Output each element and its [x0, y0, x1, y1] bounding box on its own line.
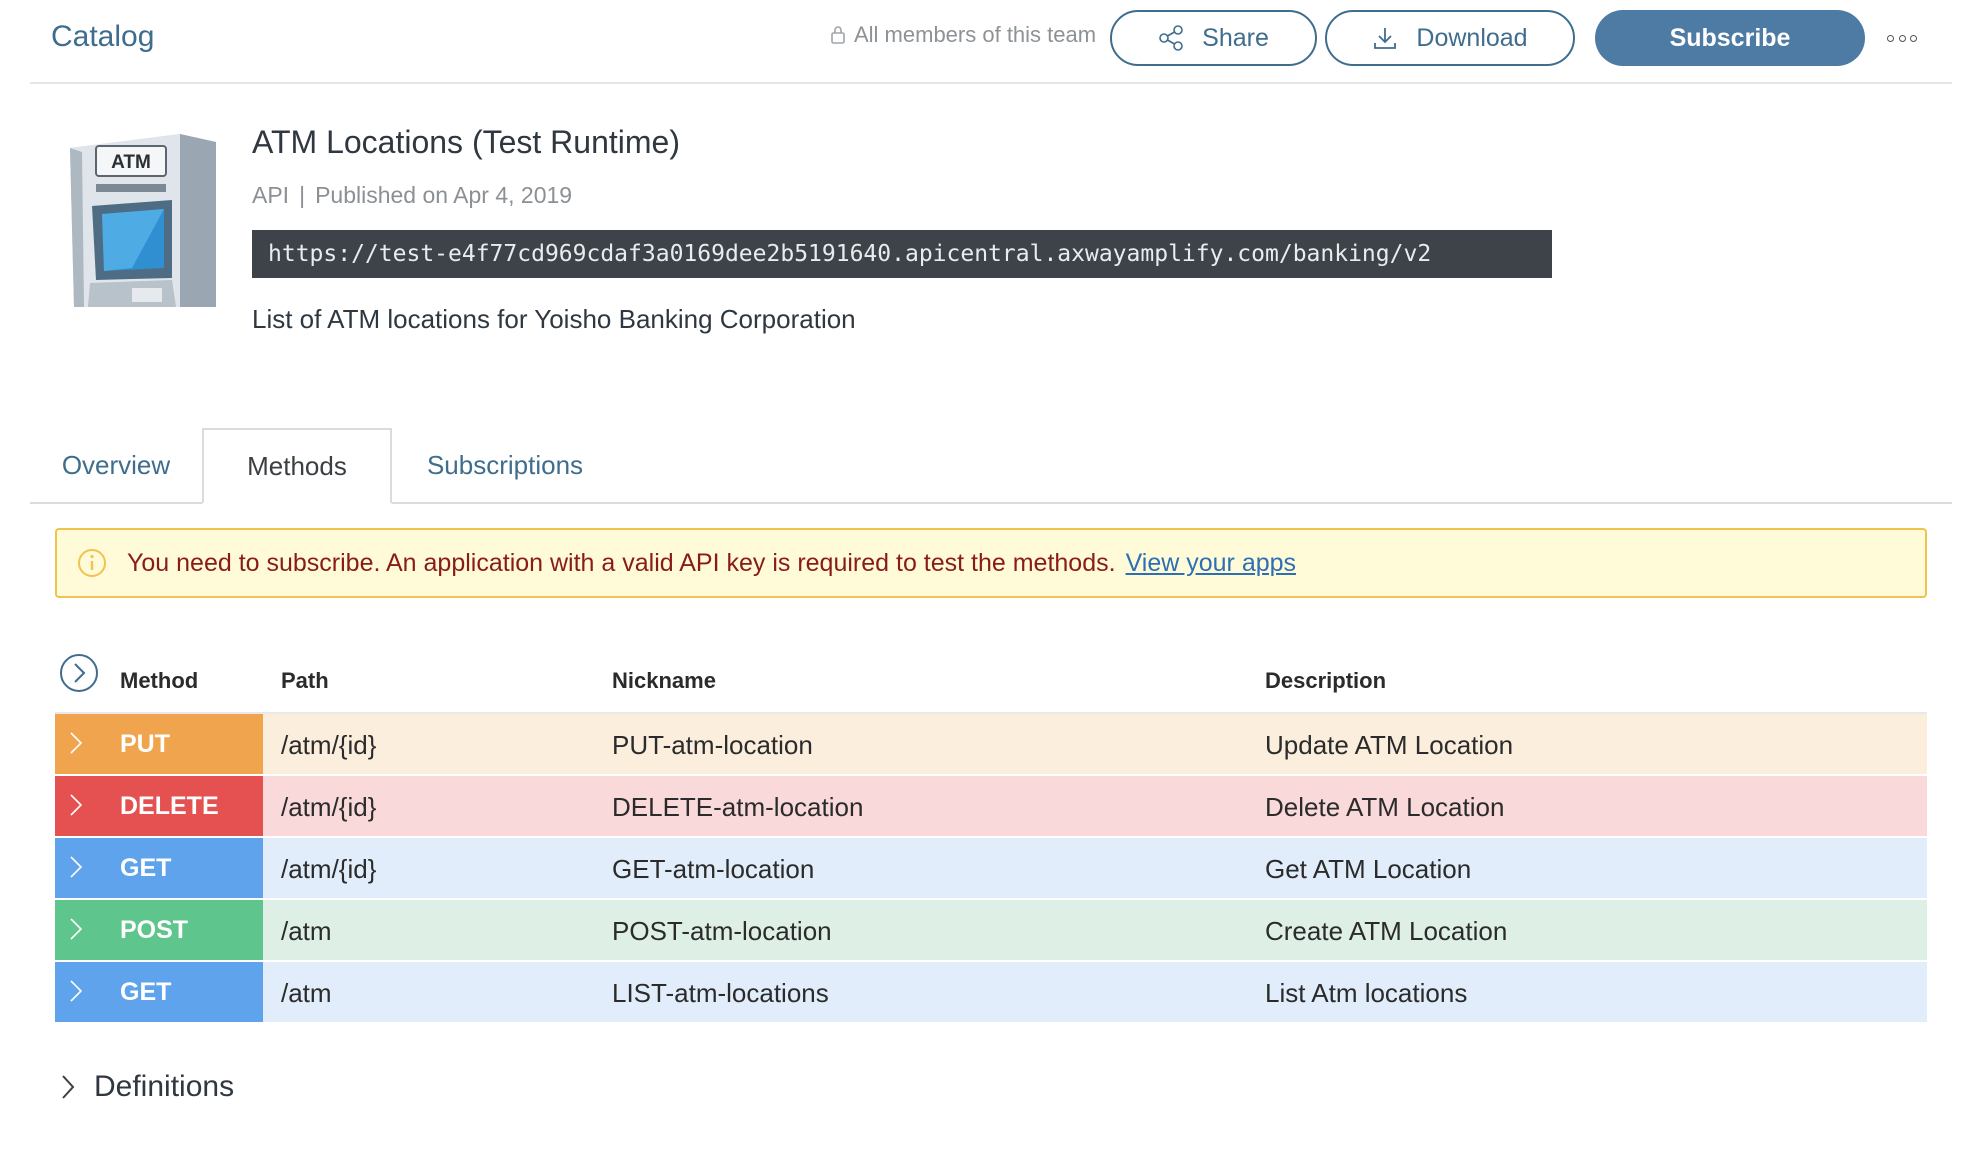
tab-overview[interactable]: Overview	[30, 428, 202, 502]
method-path: /atm/{id}	[281, 854, 377, 884]
chevron-right-icon	[62, 1075, 75, 1099]
column-header-method: Method	[120, 668, 199, 693]
definitions-label: Definitions	[94, 1070, 235, 1103]
api-published-date: Published on Apr 4, 2019	[315, 182, 573, 208]
subscribe-alert: You need to subscribe. An application wi…	[55, 528, 1927, 598]
chevron-right-icon	[70, 794, 83, 816]
tab-bar: Overview Methods Subscriptions	[30, 428, 1952, 504]
method-path: /atm/{id}	[281, 792, 377, 822]
svg-text:ATM: ATM	[111, 152, 151, 173]
method-description: Update ATM Location	[1265, 730, 1514, 760]
method-nickname: POST-atm-location	[612, 916, 832, 946]
api-image: ATM	[40, 128, 218, 307]
method-verb: GET	[120, 978, 172, 1006]
tab-subscriptions[interactable]: Subscriptions	[392, 428, 618, 502]
alert-message: You need to subscribe. An application wi…	[127, 548, 1116, 577]
chevron-right-icon	[70, 918, 83, 940]
api-type: API	[252, 182, 290, 208]
meta-separator: |	[299, 182, 306, 208]
column-header-nickname: Nickname	[612, 668, 716, 693]
api-base-url[interactable]: https://test-e4f77cd969cdaf3a0169dee2b51…	[252, 230, 1552, 278]
method-row-get[interactable]: GET /atm/{id} GET-atm-location Get ATM L…	[55, 838, 1927, 898]
method-badge: GET	[55, 962, 263, 1022]
method-nickname: LIST-atm-locations	[612, 978, 829, 1008]
share-icon	[1159, 25, 1183, 51]
method-badge: GET	[55, 838, 263, 898]
method-row-put[interactable]: PUT /atm/{id} PUT-atm-location Update AT…	[55, 714, 1927, 774]
more-icon[interactable]	[1887, 28, 1917, 48]
method-verb: PUT	[120, 730, 170, 758]
method-row-delete[interactable]: DELETE /atm/{id} DELETE-atm-location Del…	[55, 776, 1927, 836]
method-path: /atm/{id}	[281, 730, 377, 760]
api-description: List of ATM locations for Yoisho Banking…	[252, 304, 856, 334]
method-badge: POST	[55, 900, 263, 960]
method-description: Create ATM Location	[1265, 916, 1508, 946]
share-button[interactable]: Share	[1110, 10, 1317, 66]
method-description: Get ATM Location	[1265, 854, 1472, 884]
visibility-indicator: All members of this team	[830, 22, 1096, 48]
method-path: /atm	[281, 916, 332, 946]
api-title: ATM Locations (Test Runtime)	[252, 124, 680, 160]
top-bar: Catalog All members of this team Share D…	[30, 0, 1952, 84]
chevron-right-icon	[70, 980, 83, 1002]
lock-icon	[831, 26, 845, 44]
methods-table-header: Method Path Nickname Description	[55, 650, 1927, 714]
method-badge: DELETE	[55, 776, 263, 836]
share-label: Share	[1202, 23, 1269, 52]
column-header-path: Path	[281, 668, 329, 693]
method-path: /atm	[281, 978, 332, 1008]
method-description: Delete ATM Location	[1265, 792, 1505, 822]
method-verb: DELETE	[120, 792, 219, 820]
method-badge: PUT	[55, 714, 263, 774]
method-row-post[interactable]: POST /atm POST-atm-location Create ATM L…	[55, 900, 1927, 960]
visibility-text: All members of this team	[854, 22, 1097, 47]
method-verb: POST	[120, 916, 189, 944]
method-nickname: DELETE-atm-location	[612, 792, 864, 822]
download-button[interactable]: Download	[1325, 10, 1575, 66]
method-nickname: PUT-atm-location	[612, 730, 813, 760]
catalog-breadcrumb[interactable]: Catalog	[51, 20, 154, 54]
chevron-right-icon	[70, 856, 83, 878]
tab-methods[interactable]: Methods	[202, 428, 392, 504]
chevron-right-icon	[70, 732, 83, 754]
method-description: List Atm locations	[1265, 978, 1468, 1008]
info-icon	[78, 549, 106, 577]
method-nickname: GET-atm-location	[612, 854, 815, 884]
view-apps-link[interactable]: View your apps	[1126, 549, 1296, 578]
definitions-toggle[interactable]: Definitions	[60, 1070, 234, 1104]
method-row-list[interactable]: GET /atm LIST-atm-locations List Atm loc…	[55, 962, 1927, 1022]
chevron-circle-icon[interactable]	[59, 653, 99, 693]
subscribe-button[interactable]: Subscribe	[1595, 10, 1865, 66]
api-meta: API | Published on Apr 4, 2019	[252, 182, 572, 209]
method-verb: GET	[120, 854, 172, 882]
column-header-description: Description	[1265, 668, 1387, 693]
download-label: Download	[1416, 23, 1528, 52]
download-icon	[1374, 28, 1397, 49]
